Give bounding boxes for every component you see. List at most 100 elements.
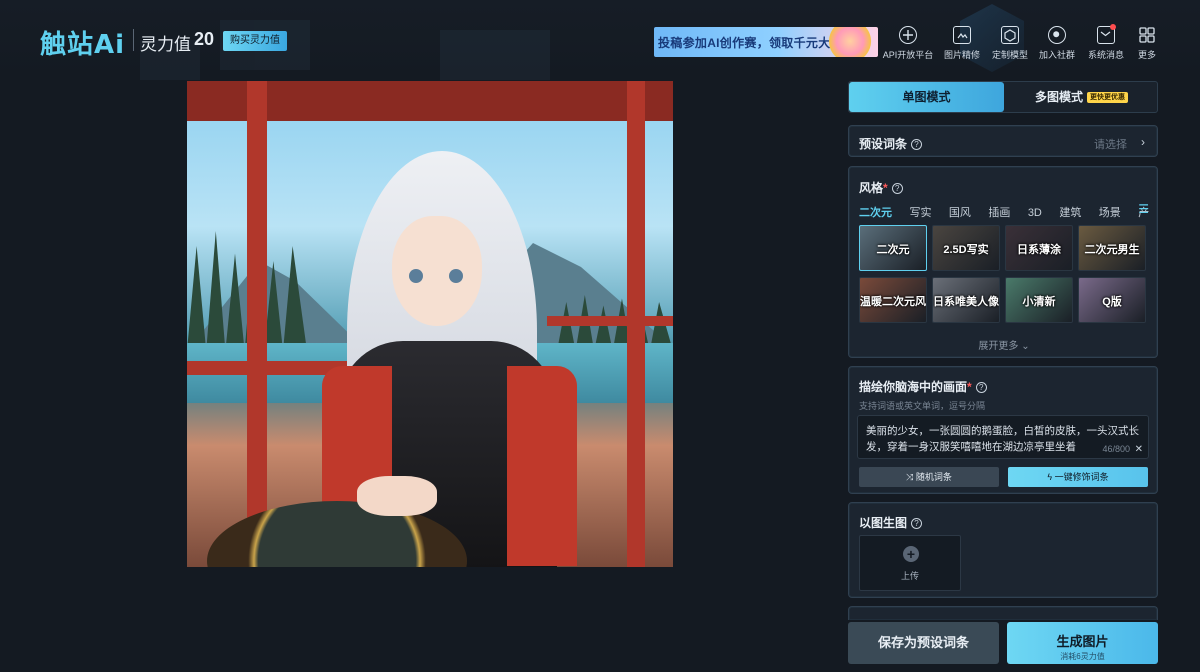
generate-image-button[interactable]: 生成图片 消耗6灵力值	[1007, 622, 1158, 664]
style-thumb[interactable]: 2.5D写实	[932, 225, 1000, 271]
image-girl-hand	[357, 476, 437, 516]
prompt-text[interactable]: 美丽的少女，一张圆圆的鹅蛋脸，白皙的皮肤，一头汉式长发，穿着一身汉服笑嘻嘻地在湖…	[866, 423, 1142, 455]
banner-text: 投稿参加AI创作赛，领取千元大奖	[658, 36, 843, 50]
help-icon[interactable]: ?	[911, 139, 923, 150]
prompt-subtitle: 支持词语或英文单词，逗号分隔	[859, 401, 986, 411]
style-thumb-label: 温暖二次元风	[860, 296, 926, 308]
nav-api-platform-label: API开放平台	[882, 50, 934, 60]
image-railing-left	[187, 361, 347, 375]
style-thumb-label: 小清新	[1022, 296, 1056, 308]
power-label: 灵力值	[140, 35, 191, 54]
prompt-char-count: 46/800	[1102, 444, 1130, 454]
preset-title: 预设词条?	[859, 135, 923, 152]
style-thumb-label: 二次元	[876, 244, 910, 256]
style-tab-illustration[interactable]: 插画	[988, 204, 1010, 219]
plus-icon: +	[903, 546, 919, 562]
banner-character-image	[828, 27, 872, 57]
nav-join-community-label: 加入社群	[1038, 50, 1075, 60]
style-thumb[interactable]: 日系薄涂	[1005, 225, 1073, 271]
upload-label: 上传	[900, 571, 919, 581]
image-refine-icon	[953, 26, 971, 44]
prompt-title: 描绘你脑海中的画面*?	[859, 378, 987, 395]
prompt-textarea[interactable]: 美丽的少女，一张圆圆的鹅蛋脸，白皙的皮肤，一头汉式长发，穿着一身汉服笑嘻嘻地在湖…	[857, 415, 1149, 459]
generate-label: 生成图片	[1056, 633, 1109, 649]
help-icon[interactable]: ?	[975, 382, 987, 393]
chevron-right-icon: ›	[1141, 135, 1145, 149]
nav-more[interactable]: 更多	[1121, 26, 1173, 61]
style-thumb[interactable]: 二次元男生	[1078, 225, 1146, 271]
generated-image[interactable]	[187, 81, 673, 567]
image-girl-eye-right	[449, 269, 463, 283]
preset-title-text: 预设词条	[859, 137, 908, 151]
nav-more-label: 更多	[1137, 50, 1156, 60]
help-icon[interactable]: ?	[891, 183, 903, 194]
contest-banner[interactable]: 投稿参加AI创作赛，领取千元大奖	[654, 27, 878, 57]
preset-select[interactable]: 请选择	[1094, 136, 1127, 152]
save-preset-button[interactable]: 保存为预设词条	[848, 622, 999, 664]
style-title-text: 风格	[859, 181, 884, 195]
style-thumb[interactable]: 温暖二次元风	[859, 277, 927, 323]
message-icon	[1097, 24, 1116, 44]
image-girl-eye-left	[409, 269, 423, 283]
upload-area[interactable]: + 上传	[859, 535, 961, 591]
random-prompt-label: 随机词条	[915, 472, 952, 482]
chevron-down-icon: ⌄	[1021, 341, 1030, 352]
image-pillar-left	[247, 81, 267, 567]
buy-power-button[interactable]: 购买灵力值	[223, 31, 287, 51]
next-card-edge	[848, 606, 1158, 620]
lightning-icon: ϟ	[1047, 472, 1053, 482]
style-thumb[interactable]: 小清新	[1005, 277, 1073, 323]
style-tab-guofeng[interactable]: 国风	[949, 204, 971, 219]
polish-prompt-button[interactable]: ϟ 一键修饰词条	[1008, 467, 1148, 487]
nav-image-refine[interactable]: 图片精修	[936, 26, 988, 61]
style-thumb-label: 2.5D写实	[943, 244, 989, 256]
join-community-icon	[1048, 26, 1066, 44]
style-thumb-label: 二次元男生	[1084, 244, 1140, 256]
style-tab-architecture[interactable]: 建筑	[1059, 204, 1081, 219]
style-thumb-label: Q版	[1102, 296, 1122, 308]
style-thumb-label: 日系唯美人像	[933, 296, 999, 308]
required-mark: *	[967, 380, 972, 394]
power-value: 20	[194, 29, 215, 49]
img2img-title-text: 以图生图	[859, 516, 908, 530]
required-mark: *	[883, 181, 888, 195]
style-tab-scene[interactable]: 场景	[1099, 204, 1121, 219]
api-platform-icon	[899, 26, 917, 44]
tab-multi-label: 多图模式	[1034, 90, 1083, 104]
style-tab-realistic[interactable]: 写实	[909, 204, 931, 219]
polish-prompt-label: 一键修饰词条	[1054, 472, 1109, 482]
unread-dot	[1110, 24, 1116, 30]
prompt-title-text: 描绘你脑海中的画面	[859, 380, 968, 394]
style-tab-3d[interactable]: 3D	[1028, 207, 1042, 219]
tab-single-image-mode[interactable]: 单图模式	[849, 82, 1004, 112]
nav-image-refine-label: 图片精修	[943, 50, 980, 60]
logo-divider	[133, 29, 134, 51]
tab-multi-image-mode[interactable]: 多图模式 更快更优惠	[1004, 82, 1157, 112]
nav-custom-model-label: 定制模型	[991, 50, 1028, 60]
nav-custom-model[interactable]: 定制模型	[984, 26, 1036, 61]
nav-api-platform[interactable]: API开放平台	[882, 26, 934, 61]
style-thumb[interactable]: Q版	[1078, 277, 1146, 323]
prompt-card: 描绘你脑海中的画面*? 支持词语或英文单词，逗号分隔 美丽的少女，一张圆圆的鹅蛋…	[848, 366, 1158, 494]
style-category-tabs: 二次元 写实 国风 插画 3D 建筑 场景 产品设计	[859, 203, 1149, 219]
help-icon[interactable]: ?	[911, 518, 923, 529]
style-tab-anime[interactable]: 二次元	[859, 204, 892, 219]
shuffle-icon: ⤨	[906, 472, 914, 482]
app-logo[interactable]: 触站Ai	[40, 24, 125, 61]
image-girl-face	[392, 216, 482, 326]
expand-more-button[interactable]: 展开更多 ⌄	[849, 337, 1159, 352]
image-girl-vest-right	[507, 366, 577, 566]
multi-mode-badge: 更快更优惠	[1087, 92, 1128, 104]
preset-card[interactable]: 预设词条? 请选择 ›	[848, 125, 1158, 157]
img2img-title: 以图生图?	[859, 514, 923, 531]
style-thumb[interactable]: 日系唯美人像	[932, 277, 1000, 323]
menu-icon[interactable]: ☰	[1138, 202, 1149, 216]
nav-join-community[interactable]: 加入社群	[1031, 26, 1083, 61]
style-thumb[interactable]: 二次元	[859, 225, 927, 271]
custom-model-icon	[1001, 26, 1019, 44]
mode-tabs: 单图模式 多图模式 更快更优惠	[848, 81, 1158, 113]
clear-icon[interactable]: ✕	[1135, 444, 1143, 455]
image-railing-right	[547, 316, 673, 326]
random-prompt-button[interactable]: ⤨ 随机词条	[859, 467, 999, 487]
img2img-card: 以图生图? + 上传	[848, 502, 1158, 598]
